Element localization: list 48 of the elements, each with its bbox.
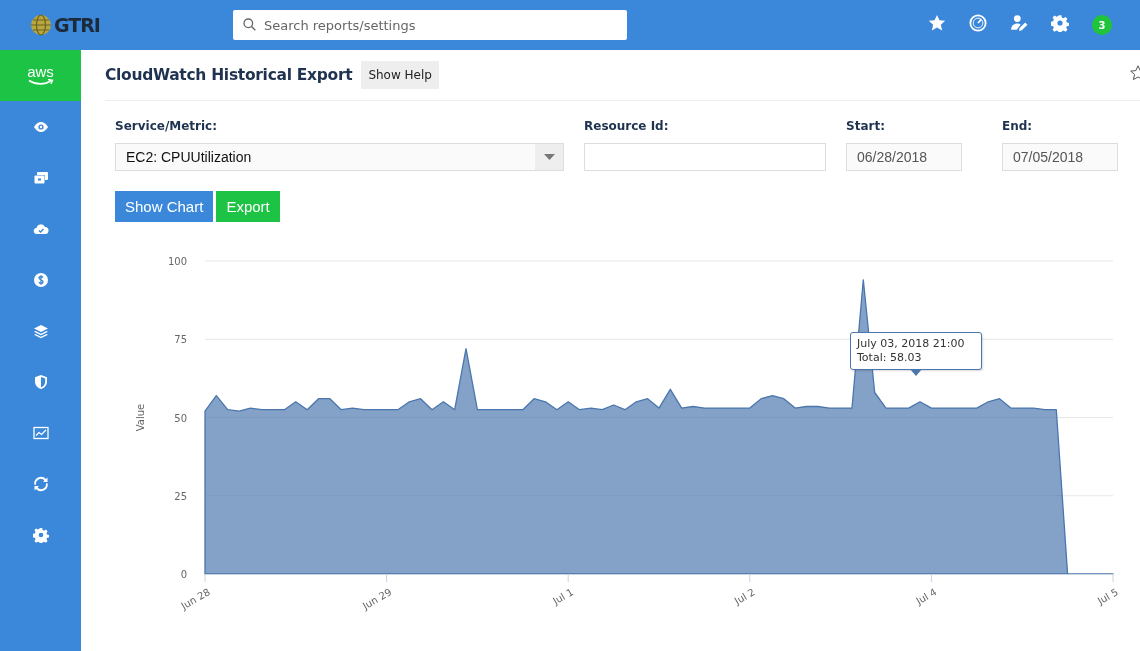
shield-icon — [32, 373, 49, 390]
cards-icon — [32, 169, 49, 186]
x-tick-label: Jun 29 — [360, 586, 394, 612]
settings-icon — [1051, 14, 1069, 32]
y-tick-label: 25 — [174, 490, 187, 502]
x-tick-label: Jul 5 — [1095, 586, 1120, 607]
input-field[interactable] — [584, 143, 826, 171]
metric-dropdown[interactable]: EC2: CPUUtilization — [115, 143, 564, 171]
layers-icon — [32, 322, 49, 339]
globe-icon — [30, 14, 52, 36]
y-tick-label: 50 — [174, 412, 187, 424]
y-tick-label: 100 — [167, 256, 187, 267]
star-icon — [928, 14, 946, 32]
tooltip-pointer — [910, 369, 922, 376]
caret-icon — [543, 154, 555, 160]
chart-icon — [32, 424, 49, 441]
x-tick — [204, 573, 206, 583]
logo-text: GTRI — [54, 14, 100, 36]
field-label: Resource Id: — [584, 119, 670, 133]
sync-icon — [32, 475, 49, 492]
y-axis-title: Value — [135, 403, 146, 432]
y-tick-label: 0 — [180, 569, 187, 580]
smile-arrow-icon — [27, 79, 54, 86]
field-label: End: — [1002, 119, 1034, 133]
settings-icon — [32, 526, 49, 543]
field-label: Service/Metric: — [115, 119, 219, 133]
page-title: CloudWatch Historical Export — [105, 66, 353, 84]
x-tick — [567, 573, 569, 583]
date-field[interactable]: 06/28/2018 — [846, 143, 962, 171]
y-tick-label: 75 — [174, 334, 187, 346]
dollar-icon — [32, 271, 49, 288]
gauge-icon — [969, 14, 987, 32]
x-tick-label: Jul 2 — [732, 586, 757, 607]
x-tick-label: Jul 4 — [914, 586, 939, 607]
x-tick — [930, 573, 932, 583]
x-tick — [386, 573, 388, 583]
aws-label: aws — [27, 65, 54, 79]
x-tick-label: Jun 28 — [179, 586, 212, 612]
search-icon — [243, 18, 256, 31]
field-label: Start: — [846, 119, 886, 133]
user-edit-icon — [1010, 14, 1028, 32]
chart-tooltip: July 03, 2018 21:00 Total: 58.03 — [850, 332, 982, 370]
x-tick-label: Jul 1 — [551, 586, 576, 607]
search-field[interactable]: Search reports/settings — [233, 10, 627, 40]
date-field[interactable]: 07/05/2018 — [1002, 143, 1118, 171]
help-button[interactable]: Show Help — [361, 61, 439, 89]
x-tick — [749, 573, 751, 583]
show-chart-button[interactable]: Show Chart — [115, 191, 214, 222]
